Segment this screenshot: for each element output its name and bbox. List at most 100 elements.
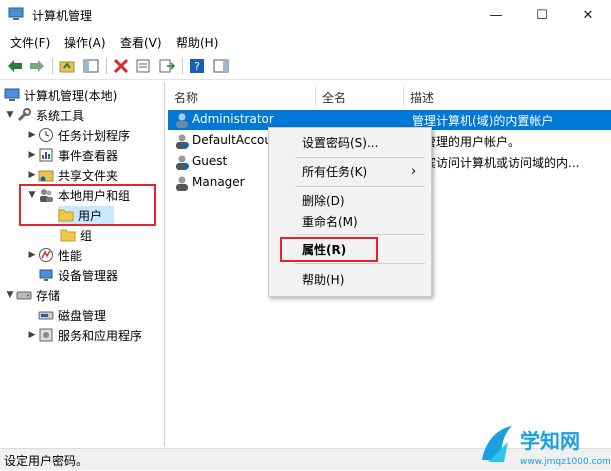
tree-label: 事件查看器	[58, 148, 119, 163]
menu-item-all-tasks[interactable]: 所有任务(K) ›	[269, 160, 431, 182]
highlight-box-local-users	[19, 184, 156, 226]
tree-item-services-applications[interactable]: ▶ 服务和应用程序	[26, 326, 142, 344]
properties-icon[interactable]	[134, 57, 152, 75]
menu-file[interactable]: 文件(F)	[10, 34, 50, 51]
tools-icon	[16, 107, 32, 123]
user-name: Manager	[192, 175, 245, 189]
menu-help[interactable]: 帮助(H)	[176, 34, 218, 51]
svg-text:学知网: 学知网	[520, 429, 580, 453]
collapsed-chevron-icon[interactable]: ▶	[26, 250, 38, 260]
tree-item-computer-management[interactable]: 计算机管理(本地)	[4, 86, 117, 104]
shared-folder-icon	[38, 167, 54, 183]
menu-item-help[interactable]: 帮助(H)	[269, 268, 431, 290]
menu-item-label: 所有任务(K)	[302, 164, 368, 179]
tree-label: 设备管理器	[58, 268, 119, 283]
user-name: Guest	[192, 154, 228, 168]
event-viewer-icon	[38, 147, 54, 163]
minimize-button[interactable]: —	[473, 0, 519, 30]
tree-item-performance[interactable]: ▶ 性能	[26, 246, 82, 264]
menu-item-label: 删除(D)	[302, 193, 345, 208]
menu-item-label: 帮助(H)	[302, 272, 345, 287]
menu-separator	[295, 263, 425, 264]
menu-item-set-password[interactable]: 设置密码(S)...	[269, 131, 431, 153]
computer-management-icon	[8, 7, 24, 20]
tree-item-task-scheduler[interactable]: ▶ 任务计划程序	[26, 126, 130, 144]
back-icon[interactable]	[6, 57, 24, 75]
collapsed-chevron-icon[interactable]: ▶	[26, 130, 38, 140]
storage-icon	[16, 287, 32, 303]
device-manager-icon	[38, 267, 54, 283]
highlight-box-properties	[280, 237, 378, 262]
services-icon	[38, 327, 54, 343]
user-icon	[176, 134, 189, 149]
tree-label: 服务和应用程序	[58, 328, 143, 343]
menu-separator	[295, 186, 425, 187]
menu-view[interactable]: 查看(V)	[120, 34, 162, 51]
tree-label: 存储	[36, 288, 61, 303]
show-action-pane-icon[interactable]	[212, 57, 230, 75]
tree-item-device-manager[interactable]: 设备管理器	[38, 266, 118, 284]
collapsed-chevron-icon[interactable]: ▶	[26, 330, 38, 340]
column-header-description[interactable]: 描述	[404, 86, 611, 108]
menu-item-delete[interactable]: 删除(D)	[269, 189, 431, 211]
delete-icon[interactable]	[112, 57, 130, 75]
tree-item-event-viewer[interactable]: ▶ 事件查看器	[26, 146, 118, 164]
maximize-button[interactable]: ☐	[519, 0, 565, 30]
show-hide-tree-icon[interactable]	[82, 57, 100, 75]
status-text: 设定用户密码。	[4, 454, 89, 468]
toolbar-separator	[52, 58, 53, 74]
forward-icon[interactable]	[28, 57, 46, 75]
tree-label: 共享文件夹	[58, 168, 119, 183]
export-list-icon[interactable]	[158, 57, 176, 75]
user-name: Administrator	[192, 112, 274, 126]
tree-item-groups[interactable]: 组	[60, 226, 92, 244]
menu-separator	[295, 157, 425, 158]
collapsed-chevron-icon[interactable]: ▶	[26, 170, 38, 180]
computer-icon	[4, 87, 20, 103]
column-header-fullname[interactable]: 全名	[316, 86, 404, 108]
toolbar-separator	[106, 58, 107, 74]
tree-label: 系统工具	[36, 108, 85, 123]
tree-pane: 计算机管理(本地) ▼ 系统工具 ▶ 任务计划程序 ▶ 事件查看器 ▶ 共享文件…	[0, 82, 165, 447]
expanded-chevron-icon[interactable]: ▼	[4, 110, 16, 120]
menu-item-label: 设置密码(S)...	[302, 135, 379, 150]
tree-label: 性能	[58, 248, 83, 263]
user-description: 管理计算机(域)的内置帐户	[412, 114, 554, 128]
watermark-logo-graphic: 学知网 www.jmqz1000.com	[482, 426, 611, 467]
submenu-arrow-icon: ›	[411, 163, 417, 179]
svg-text:?: ?	[194, 60, 200, 73]
tree-item-shared-folders[interactable]: ▶ 共享文件夹	[26, 166, 118, 184]
context-menu: 设置密码(S)... 所有任务(K) › 删除(D) 重命名(M) 属性(R) …	[268, 127, 432, 297]
user-icon	[176, 113, 188, 128]
help-icon[interactable]: ?	[188, 57, 206, 75]
menu-separator	[295, 234, 425, 235]
tree-item-storage[interactable]: ▼ 存储	[4, 286, 60, 304]
collapsed-chevron-icon[interactable]: ▶	[26, 150, 38, 160]
tree-label: 组	[80, 228, 93, 243]
disk-icon	[38, 307, 54, 323]
toolbar-separator	[182, 58, 183, 74]
tree-item-system-tools[interactable]: ▼ 系统工具	[4, 106, 84, 124]
performance-icon	[38, 247, 54, 263]
watermark-logo: 学知网 www.jmqz1000.com	[478, 420, 611, 468]
tree-item-disk-management[interactable]: 磁盘管理	[38, 306, 106, 324]
tree-label: 任务计划程序	[58, 128, 131, 143]
close-button[interactable]: ✕	[565, 0, 611, 30]
user-icon	[176, 155, 189, 170]
toolbar: ?	[0, 53, 611, 80]
svg-text:www.jmqz1000.com: www.jmqz1000.com	[520, 457, 611, 467]
title-bar: 计算机管理 — ☐ ✕	[0, 0, 611, 30]
menu-item-rename[interactable]: 重命名(M)	[269, 210, 431, 232]
user-name: DefaultAccou	[192, 133, 272, 147]
tree-label: 计算机管理(本地)	[24, 88, 118, 103]
menu-action[interactable]: 操作(A)	[64, 34, 106, 51]
user-icon	[176, 176, 188, 191]
menu-bar: 文件(F) 操作(A) 查看(V) 帮助(H)	[0, 30, 611, 52]
up-folder-icon[interactable]	[58, 57, 76, 75]
window-title: 计算机管理	[32, 9, 93, 23]
user-description: 来宾访问计算机或访问域的内...	[412, 156, 580, 170]
tree-label: 磁盘管理	[58, 308, 107, 323]
expanded-chevron-icon[interactable]: ▼	[4, 290, 16, 300]
clock-icon	[38, 127, 54, 143]
column-header-name[interactable]: 名称	[168, 86, 316, 108]
